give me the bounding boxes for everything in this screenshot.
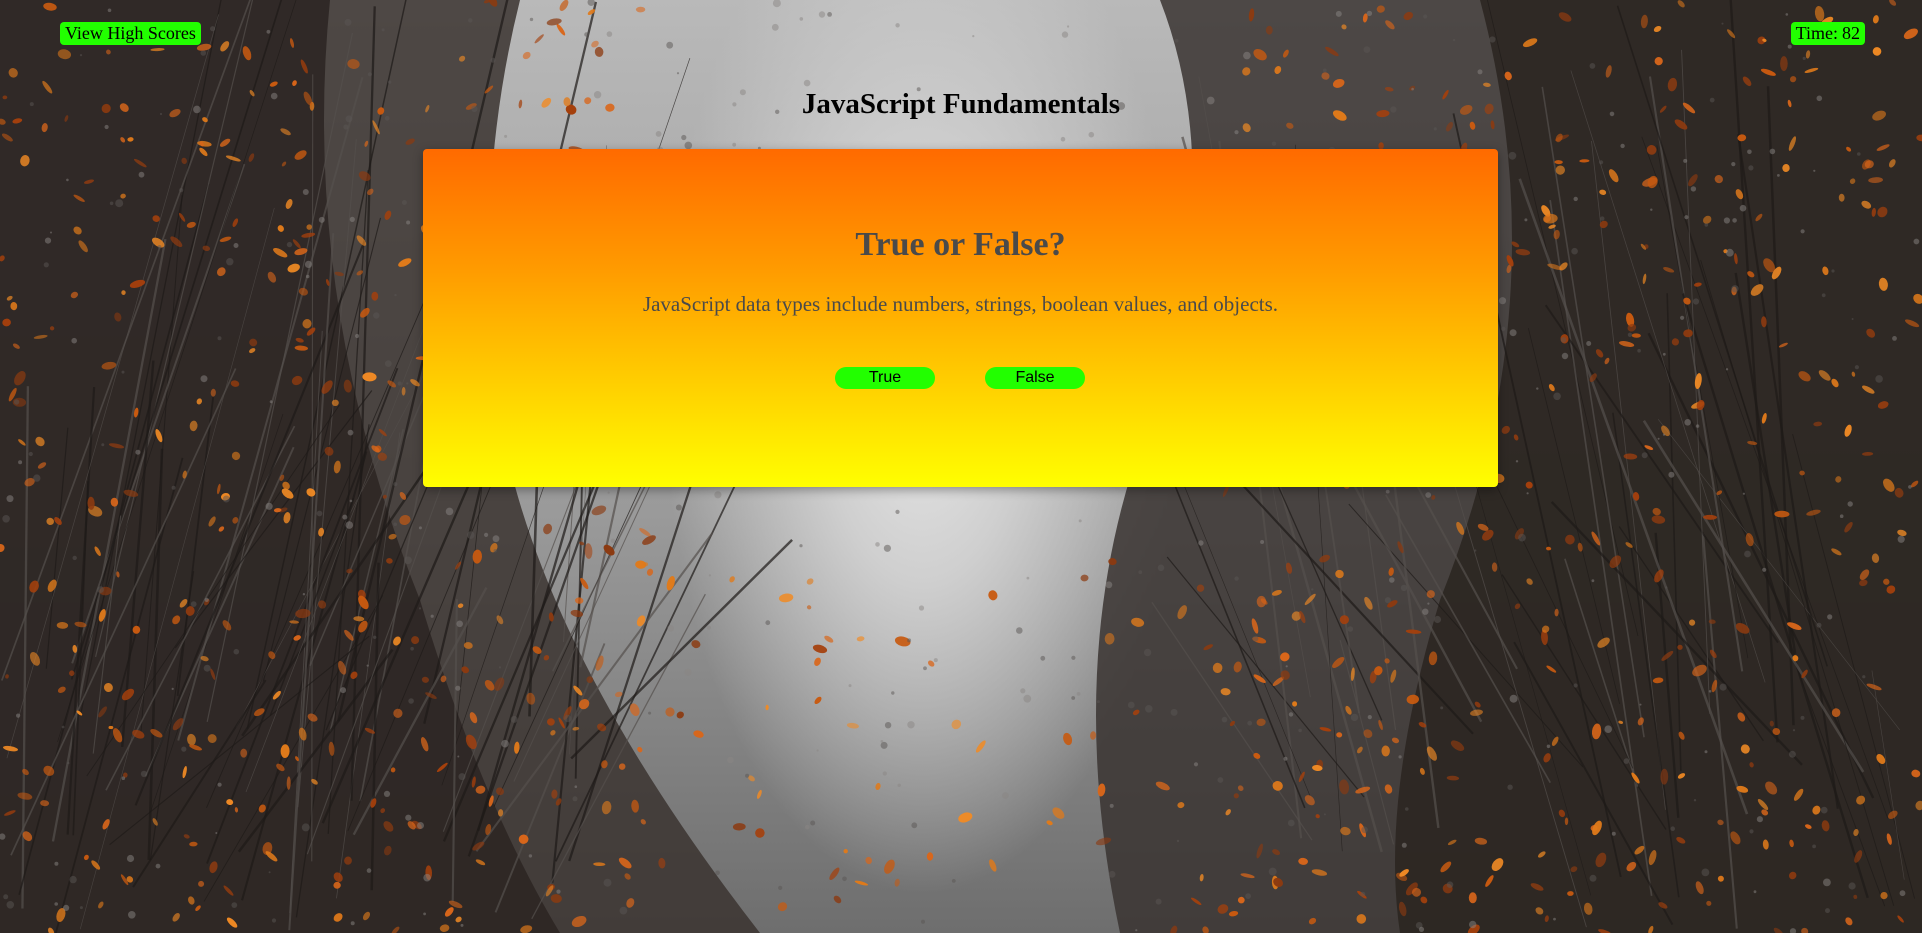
question-text: JavaScript data types include numbers, s… <box>642 292 1279 316</box>
quiz-heading: JavaScript Fundamentals <box>801 88 1121 120</box>
question-card: True or False? JavaScript data types inc… <box>423 149 1498 487</box>
timer-display: Time: 82 <box>1790 22 1865 45</box>
timer-label: Time: <box>1795 23 1838 43</box>
answer-true-button[interactable]: True <box>835 367 935 389</box>
view-high-scores-button[interactable]: View High Scores <box>60 22 201 45</box>
question-title: True or False? <box>855 226 1066 263</box>
answer-false-button[interactable]: False <box>985 367 1085 389</box>
timer-value: 82 <box>1842 23 1860 43</box>
